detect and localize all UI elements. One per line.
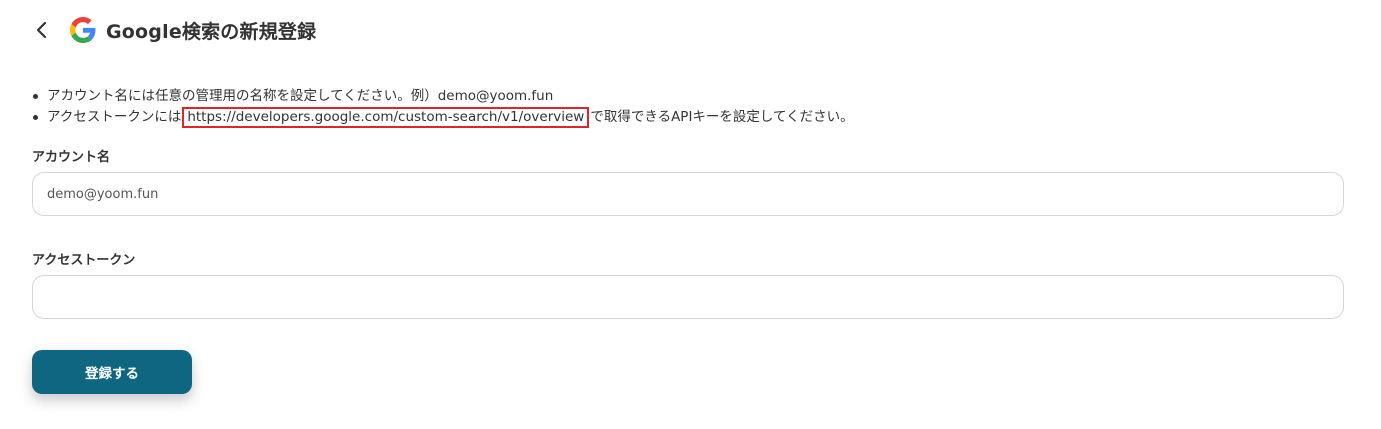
instruction-text-prefix: アクセストークンには <box>47 109 182 125</box>
account-name-label: アカウント名 <box>32 150 111 165</box>
page-title: Google検索の新規登録 <box>106 20 317 43</box>
header: Google検索の新規登録 <box>26 12 316 48</box>
access-token-label: アクセストークン <box>32 253 136 268</box>
instructions-list: アカウント名には任意の管理用の名称を設定してください。例）demo@yoom.f… <box>28 86 854 128</box>
bullet <box>33 94 38 99</box>
instruction-item: アカウント名には任意の管理用の名称を設定してください。例）demo@yoom.f… <box>28 86 854 107</box>
chevron-left-icon <box>36 21 47 39</box>
api-overview-link[interactable]: https://developers.google.com/custom-sea… <box>182 107 590 128</box>
instruction-text: アカウント名には任意の管理用の名称を設定してください。例）demo@yoom.f… <box>47 88 554 104</box>
google-logo-icon <box>70 17 96 43</box>
back-button[interactable] <box>26 12 58 48</box>
instruction-text-suffix: で取得できるAPIキーを設定してください。 <box>590 109 854 125</box>
instruction-item: アクセストークンには https://developers.google.com… <box>28 107 854 128</box>
register-button[interactable]: 登録する <box>32 350 192 394</box>
access-token-input[interactable] <box>32 275 1344 319</box>
account-name-input[interactable] <box>32 172 1344 216</box>
page: Google検索の新規登録 アカウント名には任意の管理用の名称を設定してください… <box>0 0 1381 429</box>
bullet <box>33 115 38 120</box>
